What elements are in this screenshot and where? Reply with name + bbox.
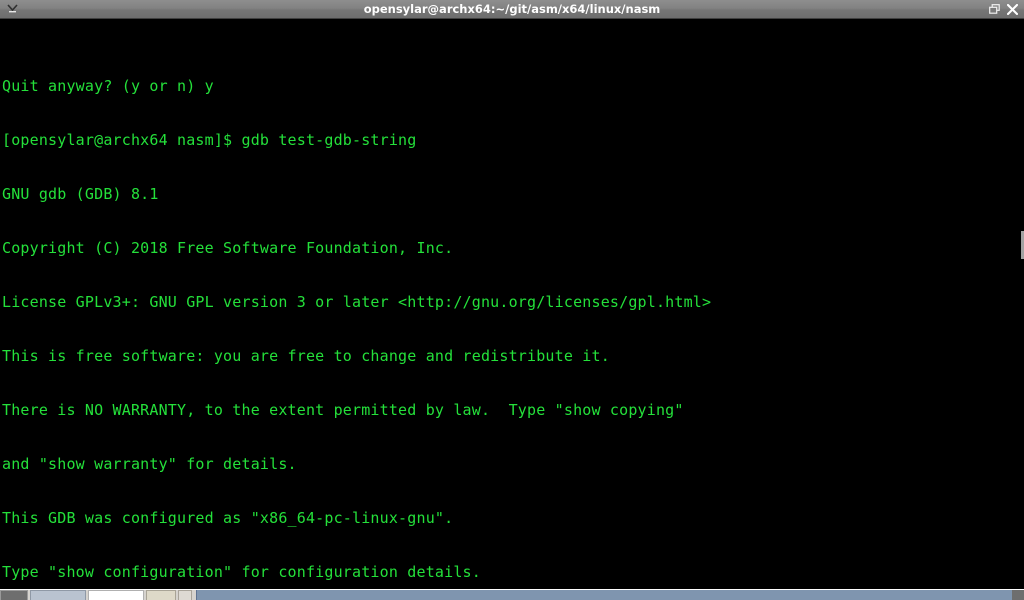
terminal-window: opensylar@archx64:~/git/asm/x64/linux/na… (0, 0, 1024, 600)
window-titlebar[interactable]: opensylar@archx64:~/git/asm/x64/linux/na… (0, 0, 1024, 19)
terminal-line: This GDB was configured as "x86_64-pc-li… (2, 509, 454, 527)
taskbar-start-button[interactable] (0, 590, 28, 600)
terminal-line: This is free software: you are free to c… (2, 347, 610, 365)
terminal-line: Quit anyway? (y or n) y (2, 77, 214, 95)
chevron-down-icon (6, 4, 18, 13)
desktop-taskbar[interactable] (0, 589, 1024, 600)
taskbar-corner[interactable] (1012, 590, 1024, 600)
taskbar-item[interactable] (88, 590, 144, 600)
terminal-screen: Quit anyway? (y or n) y [opensylar@archx… (2, 23, 1018, 589)
restore-window-icon (988, 4, 1000, 14)
terminal-line: There is NO WARRANTY, to the extent perm… (2, 401, 684, 419)
close-button[interactable] (1004, 0, 1020, 18)
terminal-line: GNU gdb (GDB) 8.1 (2, 185, 159, 203)
taskbar-tray[interactable] (196, 590, 1024, 600)
taskbar-item[interactable] (30, 590, 86, 600)
terminal-line: Copyright (C) 2018 Free Software Foundat… (2, 239, 454, 257)
terminal-line: Type "show configuration" for configurat… (2, 563, 481, 581)
terminal-line: [opensylar@archx64 nasm]$ gdb test-gdb-s… (2, 131, 417, 149)
terminal-line: License GPLv3+: GNU GPL version 3 or lat… (2, 293, 712, 311)
taskbar-item[interactable] (146, 590, 176, 600)
taskbar-item[interactable] (178, 590, 192, 600)
window-menu-button[interactable] (4, 0, 20, 18)
maximize-button[interactable] (986, 0, 1002, 18)
terminal-output-area[interactable]: Quit anyway? (y or n) y [opensylar@archx… (0, 19, 1024, 589)
close-icon (1006, 4, 1018, 15)
window-title: opensylar@archx64:~/git/asm/x64/linux/na… (363, 2, 661, 16)
terminal-line: and "show warranty" for details. (2, 455, 297, 473)
